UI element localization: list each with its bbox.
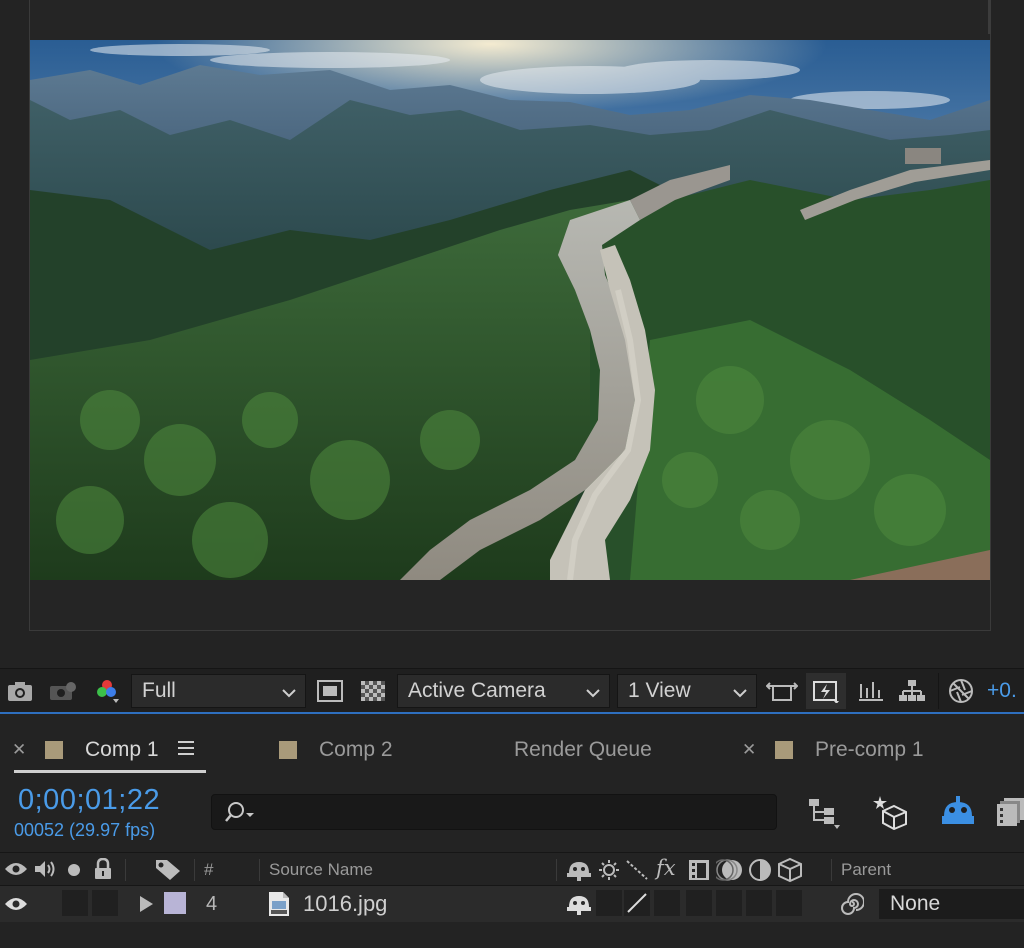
toggle-pixel-aspect-icon[interactable] <box>765 679 799 703</box>
tab-label: Comp 1 <box>85 738 159 761</box>
layer-search-input[interactable] <box>211 794 777 830</box>
transparency-grid-icon[interactable] <box>358 679 388 703</box>
composition-image[interactable] <box>30 40 990 580</box>
parent-dropdown[interactable]: None <box>879 889 1024 919</box>
camera-value: Active Camera <box>408 679 546 702</box>
lock-icon[interactable] <box>93 857 113 885</box>
tab-label: Pre-comp 1 <box>815 738 924 761</box>
collapse-switch[interactable] <box>596 890 622 916</box>
audio-speaker-icon[interactable] <box>33 859 57 884</box>
resolution-value: Full <box>142 679 176 702</box>
views-dropdown[interactable]: 1 View <box>617 674 757 708</box>
chevron-down-icon <box>732 683 748 707</box>
column-divider <box>556 859 557 881</box>
layer-label-color[interactable] <box>164 892 186 914</box>
flowchart-icon[interactable] <box>897 679 927 703</box>
viewer-toolbar: Full Active Camera 1 View +0. <box>0 668 1024 713</box>
label-tag-icon[interactable] <box>155 859 181 886</box>
3d-layer-cube-icon[interactable] <box>777 857 803 888</box>
adjustment-layer-icon[interactable] <box>748 858 772 887</box>
eye-visibility-icon[interactable] <box>4 861 28 882</box>
column-divider <box>194 859 195 881</box>
source-name-header[interactable]: Source Name <box>269 860 373 880</box>
comp-color-swatch <box>45 741 63 759</box>
tab-render-queue[interactable]: Render Queue <box>514 736 652 764</box>
timeline-tabs: ✕ Comp 1 Comp 2 Render Queue ✕ Pre-comp … <box>0 714 1024 776</box>
collapse-sun-icon[interactable] <box>598 859 620 886</box>
parent-value: None <box>890 892 941 915</box>
timeline-icon[interactable] <box>855 679 887 703</box>
solo-switch[interactable] <box>62 890 88 916</box>
layer-name[interactable]: 1016.jpg <box>303 891 387 917</box>
parent-header[interactable]: Parent <box>841 860 891 880</box>
hide-shy-layers-icon[interactable] <box>940 796 976 831</box>
motion-blur-icon[interactable] <box>712 858 744 887</box>
effects-fx-icon[interactable]: fx <box>656 856 676 880</box>
comp-color-swatch <box>775 741 793 759</box>
layer-column-headers: # Source Name fx Parent <box>0 852 1024 886</box>
comp-flowchart-icon[interactable] <box>806 796 844 835</box>
layer-number: 4 <box>206 893 218 915</box>
viewer-scrollbar[interactable] <box>988 0 991 34</box>
chevron-down-icon <box>281 683 297 707</box>
rgb-channels-icon[interactable] <box>92 679 122 703</box>
frame-count-display: 00052 (29.97 fps) <box>14 820 156 840</box>
layer-number-header[interactable]: # <box>204 860 213 880</box>
composition-viewer <box>0 0 1024 664</box>
motion-blur-switch[interactable] <box>716 890 742 916</box>
layer-row[interactable]: 4 1016.jpg None <box>0 886 1024 922</box>
chevron-down-icon <box>585 683 601 707</box>
pick-whip-spiral-icon[interactable] <box>840 892 865 921</box>
column-divider <box>831 859 832 881</box>
search-icon <box>224 801 260 828</box>
timeline-empty-area <box>0 922 1024 948</box>
tab-label: Render Queue <box>514 738 652 761</box>
region-of-interest-icon[interactable] <box>315 679 345 703</box>
close-tab-pre-comp-1-icon[interactable]: ✕ <box>742 740 756 760</box>
quality-switch[interactable] <box>624 890 650 916</box>
expand-triangle-icon[interactable] <box>138 895 154 918</box>
solo-dot-icon[interactable] <box>67 863 81 882</box>
views-value: 1 View <box>628 679 691 702</box>
frame-blend-switch[interactable] <box>686 890 712 916</box>
frame-blending-icon[interactable] <box>996 796 1024 831</box>
tab-pre-comp-1[interactable]: Pre-comp 1 <box>775 736 924 764</box>
adjustment-switch[interactable] <box>746 890 772 916</box>
column-divider <box>125 859 126 881</box>
jpeg-file-icon <box>268 891 290 922</box>
tab-comp-2[interactable]: Comp 2 <box>279 736 393 764</box>
resolution-dropdown[interactable]: Full <box>131 674 306 708</box>
lock-switch[interactable] <box>92 890 118 916</box>
draft-3d-icon[interactable] <box>870 794 910 835</box>
tab-comp-1[interactable]: Comp 1 <box>45 736 195 764</box>
tab-label: Comp 2 <box>319 738 393 761</box>
eye-visibility-icon[interactable] <box>4 896 28 917</box>
exposure-value[interactable]: +0. <box>987 679 1017 703</box>
shy-switch-icon[interactable] <box>566 893 592 920</box>
frame-blend-switch-icon[interactable] <box>688 859 710 886</box>
quality-slash-icon[interactable] <box>625 859 649 886</box>
fast-previews-icon[interactable] <box>806 673 846 709</box>
panel-menu-icon[interactable] <box>177 738 195 762</box>
column-divider <box>259 859 260 881</box>
effects-switch[interactable] <box>654 890 680 916</box>
show-snapshot-icon[interactable] <box>48 679 78 703</box>
exposure-aperture-icon[interactable] <box>946 679 976 703</box>
3d-layer-switch[interactable] <box>776 890 802 916</box>
close-tab-comp-1-icon[interactable]: ✕ <box>12 740 26 760</box>
active-tab-indicator <box>14 770 206 773</box>
current-time-display[interactable]: 0;00;01;22 <box>18 784 160 817</box>
camera-dropdown[interactable]: Active Camera <box>397 674 610 708</box>
toolbar-divider <box>938 673 939 709</box>
comp-color-swatch <box>279 741 297 759</box>
shy-switch-icon[interactable] <box>566 859 592 886</box>
camera-snapshot-icon[interactable] <box>6 679 34 703</box>
